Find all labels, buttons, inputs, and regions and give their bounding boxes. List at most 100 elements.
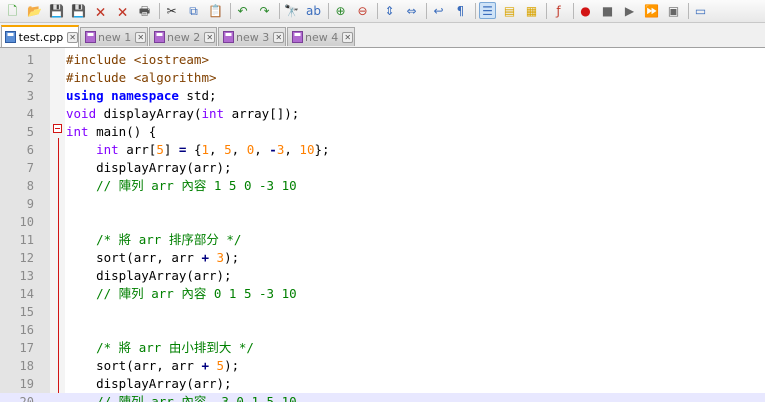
code-line[interactable]: 1 #include <iostream> (0, 51, 765, 69)
code-line[interactable]: 3 using namespace std; (0, 87, 765, 105)
new-file-icon-glyph: 🗋 (7, 3, 18, 18)
tab-close-icon[interactable]: ✕ (204, 31, 216, 43)
tab-close-icon[interactable]: ✕ (342, 31, 354, 43)
code-editor[interactable]: 1 #include <iostream> 2 #include <algorithm… (0, 48, 765, 402)
run-macro-multiple-icon[interactable]: ⏩ (643, 2, 660, 19)
show-all-chars-icon-glyph: ¶ (456, 3, 465, 18)
code-line[interactable]: 10 (0, 213, 765, 231)
run-macro-multiple-icon-glyph: ⏩ (644, 3, 659, 18)
code-line[interactable]: 6 int arr[5] = {1, 5, 0, -3, 10}; (0, 141, 765, 159)
tab-new-4[interactable]: new 4 ✕ (287, 27, 355, 46)
zoom-in-icon[interactable]: ⊕ (332, 2, 349, 19)
tab-test-cpp[interactable]: test.cpp ✕ (1, 25, 79, 47)
code-token: , (231, 142, 247, 157)
tab-label: new 4 (305, 30, 339, 44)
code-line[interactable]: 8 // 陣列 arr 內容 1 5 0 -3 10 (0, 177, 765, 195)
play-macro-icon[interactable]: ▶ (621, 2, 638, 19)
zoom-out-icon[interactable]: ⊖ (354, 2, 371, 19)
tab-close-icon[interactable]: ✕ (135, 31, 147, 43)
code-line[interactable]: 2 #include <algorithm> (0, 69, 765, 87)
code-text: int arr[5] = {1, 5, 0, -3, 10}; (66, 141, 329, 159)
indent-guide-icon-glyph: ☰ (482, 3, 493, 18)
code-line[interactable]: 12 sort(arr, arr + 3); (0, 249, 765, 267)
code-line[interactable]: 18 sort(arr, arr + 5); (0, 357, 765, 375)
code-line[interactable]: 14 // 陣列 arr 內容 0 1 5 -3 10 (0, 285, 765, 303)
find-icon-glyph: 🔭 (284, 3, 299, 18)
save-all-icon-glyph: 💾 (71, 3, 86, 18)
sync-horizontal-icon[interactable]: ⇔ (403, 2, 420, 19)
code-text: // 陣列 arr 內容 0 1 5 -3 10 (66, 285, 297, 303)
document-map-icon[interactable]: ▦ (523, 2, 540, 19)
sync-vertical-icon[interactable]: ⇕ (381, 2, 398, 19)
undo-icon-glyph: ↶ (237, 3, 248, 18)
tab-close-icon[interactable]: ✕ (67, 31, 78, 43)
cut-icon[interactable]: ✂ (163, 2, 180, 19)
code-line[interactable]: 13 displayArray(arr); (0, 267, 765, 285)
word-wrap-icon[interactable]: ↩ (430, 2, 447, 19)
code-text: displayArray(arr); (66, 375, 232, 393)
code-line[interactable]: 20 // 陣列 arr 內容 -3 0 1 5 10 (0, 393, 765, 402)
indent-guide-icon[interactable]: ☰ (479, 2, 496, 19)
close-all-icon[interactable]: 🗙 (114, 2, 131, 19)
code-text: displayArray(arr); (66, 267, 231, 285)
code-line[interactable]: 16 (0, 321, 765, 339)
save-icon[interactable]: 💾 (48, 2, 65, 19)
save-all-icon[interactable]: 💾 (70, 2, 87, 19)
show-all-chars-icon[interactable]: ¶ (452, 2, 469, 19)
code-line[interactable]: 19 displayArray(arr); (0, 375, 765, 393)
code-text: /* 將 arr 由小排到大 */ (66, 339, 254, 357)
tab-close-icon[interactable]: ✕ (273, 31, 285, 43)
code-line[interactable]: 11 /* 將 arr 排序部分 */ (0, 231, 765, 249)
code-token: arr[ (118, 142, 157, 157)
toolbar-separator (426, 3, 427, 19)
code-line[interactable]: 17 /* 將 arr 由小排到大 */ (0, 339, 765, 357)
code-token: 3 (216, 250, 225, 265)
toolbar-separator (688, 3, 689, 19)
line-number: 16 (19, 323, 34, 337)
code-line[interactable]: 15 (0, 303, 765, 321)
code-line[interactable]: 9 (0, 195, 765, 213)
code-token: // 陣列 arr 內容 0 1 5 -3 10 (96, 286, 297, 301)
print-icon[interactable]: 🖶 (136, 2, 153, 19)
code-token: { (186, 142, 202, 157)
code-token: int (96, 142, 119, 157)
undo-icon[interactable]: ↶ (234, 2, 251, 19)
code-token: displayArray(arr); (66, 376, 232, 391)
find-icon[interactable]: 🔭 (283, 2, 300, 19)
save-macro-icon[interactable]: ▣ (665, 2, 682, 19)
code-text: using namespace std; (66, 87, 217, 105)
function-list-icon[interactable]: ƒ (550, 2, 567, 19)
language-icon[interactable]: ▤ (501, 2, 518, 19)
code-line[interactable]: 4 void displayArray(int array[]); (0, 105, 765, 123)
paste-icon[interactable]: 📋 (207, 2, 224, 19)
replace-icon[interactable]: ab (305, 2, 322, 19)
stop-recording-icon[interactable]: ■ (599, 2, 616, 19)
toolbar-separator (279, 3, 280, 19)
close-icon[interactable]: 🗙 (92, 2, 109, 19)
code-token: #include <iostream> (66, 52, 209, 67)
new-file-icon[interactable]: 🗋 (4, 2, 21, 19)
tab-new-1[interactable]: new 1 ✕ (80, 27, 148, 46)
code-line[interactable]: 7 displayArray(arr); (0, 159, 765, 177)
code-token: - (269, 142, 277, 157)
run-icon[interactable]: ▭ (692, 2, 709, 19)
code-line[interactable]: 5 int main() { (0, 123, 765, 141)
record-macro-icon[interactable]: ● (577, 2, 594, 19)
file-icon (153, 31, 165, 43)
tab-new-2[interactable]: new 2 ✕ (149, 27, 217, 46)
redo-icon[interactable]: ↷ (256, 2, 273, 19)
code-token: 10 (299, 142, 315, 157)
code-text: sort(arr, arr + 3); (66, 249, 239, 267)
line-number: 15 (19, 305, 34, 319)
code-token: ] (163, 142, 179, 157)
open-file-icon[interactable]: 📂 (26, 2, 43, 19)
line-number: 5 (26, 125, 34, 139)
tab-new-3[interactable]: new 3 ✕ (218, 27, 286, 46)
code-token: using (66, 88, 104, 103)
copy-icon[interactable]: ⧉ (185, 2, 202, 19)
line-number: 3 (26, 89, 34, 103)
line-number: 6 (26, 143, 34, 157)
code-token: + (201, 358, 209, 373)
